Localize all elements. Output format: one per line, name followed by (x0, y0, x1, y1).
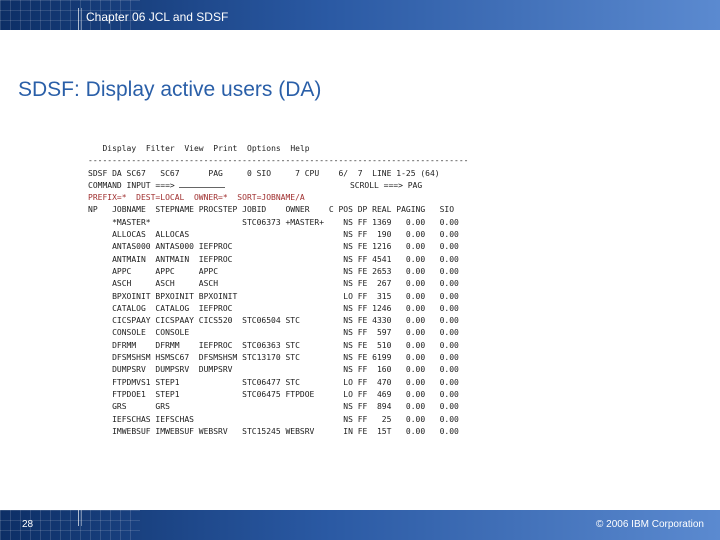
footer-grid-pattern (0, 510, 140, 540)
table-row[interactable]: BPXOINIT BPXOINIT BPXOINIT LO FF 315 0.0… (88, 291, 469, 303)
copyright-text: © 2006 IBM Corporation (596, 519, 704, 530)
chapter-title: Chapter 06 JCL and SDSF (86, 10, 229, 24)
job-table: *MASTER* STC06373 +MASTER+ NS FF 1369 0.… (88, 217, 469, 438)
footer-divider (78, 510, 82, 526)
command-line: COMMAND INPUT ===> SCROLL ===> PAG (88, 180, 469, 192)
filter-line: PREFIX=* DEST=LOCAL OWNER=* SORT=JOBNAME… (88, 193, 305, 203)
slide-title: SDSF: Display active users (DA) (18, 78, 322, 101)
separator-line: ----------------------------------------… (88, 156, 469, 166)
table-row[interactable]: CATALOG CATALOG IEFPROC NS FF 1246 0.00 … (88, 303, 469, 315)
table-row[interactable]: ASCH ASCH ASCH NS FE 267 0.00 0.00 (88, 278, 469, 290)
footer-bar: 28 © 2006 IBM Corporation (0, 510, 720, 540)
table-row[interactable]: IMWEBSUF IMWEBSUF WEBSRV STC15245 WEBSRV… (88, 426, 469, 438)
table-row[interactable]: DFSMSHSM HSMSC67 DFSMSHSM STC13170 STC N… (88, 352, 469, 364)
table-row[interactable]: GRS GRS NS FF 894 0.00 0.00 (88, 401, 469, 413)
table-row[interactable]: FTPDOE1 STEP1 STC06475 FTPDOE LO FF 469 … (88, 389, 469, 401)
sdsf-terminal-screen: Display Filter View Print Options Help -… (88, 143, 469, 438)
menu-print[interactable]: Print (213, 144, 237, 153)
scroll-label[interactable]: SCROLL ===> PAG (350, 181, 422, 190)
menu-bar: Display Filter View Print Options Help (88, 143, 469, 155)
menu-options[interactable]: Options (247, 144, 281, 153)
status-line: SDSF DA SC67 SC67 PAG 0 SIO 7 CPU 6/ 7 L… (88, 168, 440, 178)
header-bar: Chapter 06 JCL and SDSF (0, 0, 720, 30)
table-row[interactable]: DUMPSRV DUMPSRV DUMPSRV NS FF 160 0.00 0… (88, 364, 469, 376)
table-row[interactable]: APPC APPC APPC NS FE 2653 0.00 0.00 (88, 266, 469, 278)
header-divider (78, 8, 82, 30)
table-row[interactable]: DFRMM DFRMM IEFPROC STC06363 STC NS FE 5… (88, 340, 469, 352)
table-row[interactable]: *MASTER* STC06373 +MASTER+ NS FF 1369 0.… (88, 217, 469, 229)
table-row[interactable]: ALLOCAS ALLOCAS NS FF 190 0.00 0.00 (88, 229, 469, 241)
table-row[interactable]: ANTAS000 ANTAS000 IEFPROC NS FE 1216 0.0… (88, 241, 469, 253)
table-row[interactable]: IEFSCHAS IEFSCHAS NS FF 25 0.00 0.00 (88, 414, 469, 426)
menu-help[interactable]: Help (290, 144, 309, 153)
table-row[interactable]: ANTMAIN ANTMAIN IEFPROC NS FF 4541 0.00 … (88, 254, 469, 266)
command-label: COMMAND INPUT ===> (88, 180, 175, 190)
menu-display[interactable]: Display (102, 144, 136, 153)
table-row[interactable]: FTPDMVS1 STEP1 STC06477 STC LO FF 470 0.… (88, 377, 469, 389)
page-number: 28 (22, 519, 34, 530)
table-row[interactable]: CONSOLE CONSOLE NS FF 597 0.00 0.00 (88, 327, 469, 339)
menu-view[interactable]: View (184, 144, 203, 153)
menu-filter[interactable]: Filter (146, 144, 175, 153)
command-input[interactable] (178, 186, 225, 188)
table-row[interactable]: CICSPAAY CICSPAAY CICS520 STC06504 STC N… (88, 315, 469, 327)
column-headers: NP JOBNAME STEPNAME PROCSTEP JOBID OWNER… (88, 205, 455, 215)
